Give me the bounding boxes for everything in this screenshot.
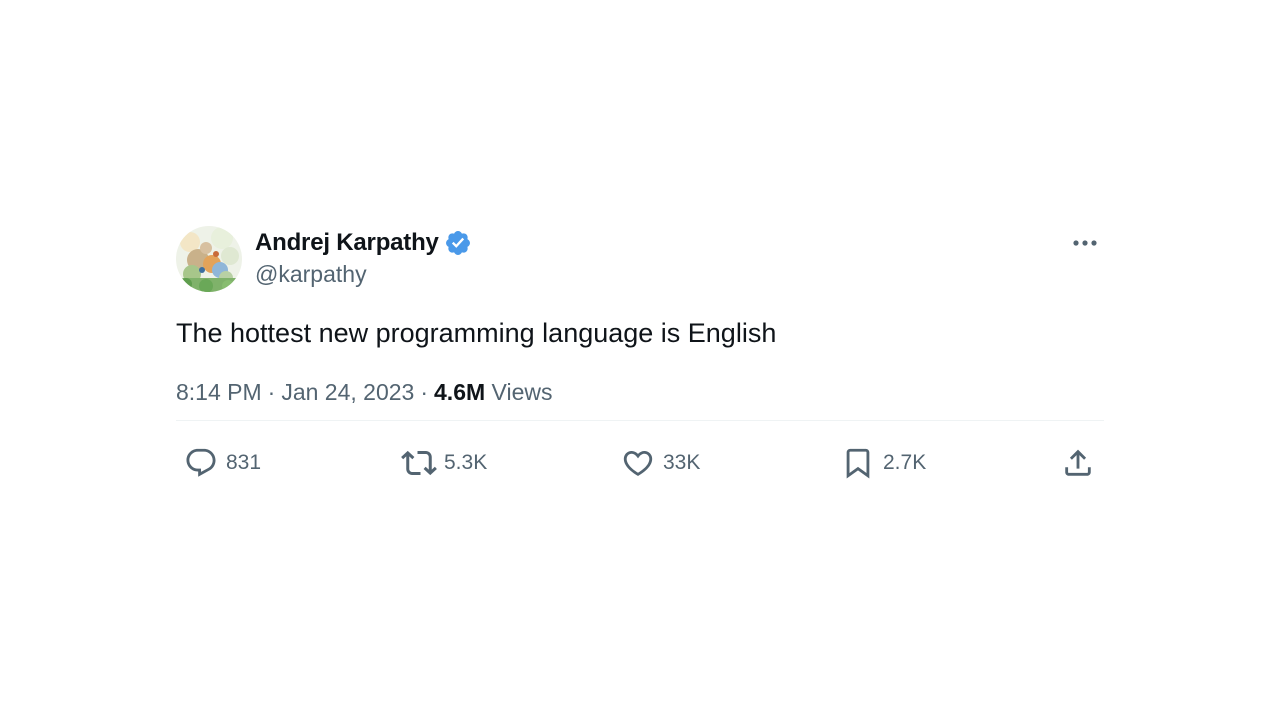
author-handle[interactable]: @karpathy bbox=[255, 261, 472, 288]
name-row: Andrej Karpathy bbox=[255, 228, 472, 258]
author-info: Andrej Karpathy @karpathy bbox=[255, 228, 472, 288]
retweet-button[interactable]: 5.3K bbox=[401, 443, 487, 483]
bookmark-count: 2.7K bbox=[883, 451, 927, 474]
views-count: 4.6M bbox=[434, 379, 486, 405]
like-count: 33K bbox=[663, 451, 701, 474]
retweet-count: 5.3K bbox=[444, 451, 488, 474]
author-display-name[interactable]: Andrej Karpathy bbox=[255, 229, 439, 257]
tweet-date[interactable]: Jan 24, 2023 bbox=[281, 379, 414, 405]
avatar-image bbox=[176, 226, 242, 292]
meta-separator: · bbox=[420, 379, 429, 405]
reply-icon bbox=[183, 445, 219, 481]
verified-badge-icon bbox=[444, 229, 472, 257]
more-options-icon bbox=[1073, 240, 1097, 246]
like-button[interactable]: 33K bbox=[620, 443, 700, 483]
retweet-icon bbox=[401, 445, 437, 481]
meta-separator: · bbox=[267, 379, 276, 405]
action-bar: 831 5.3K 33K 2.7K bbox=[176, 421, 1104, 505]
tweet-time[interactable]: 8:14 PM bbox=[176, 379, 262, 405]
tweet-header: Andrej Karpathy @karpathy bbox=[176, 226, 1104, 292]
tweet-text: The hottest new programming language is … bbox=[176, 318, 777, 348]
bookmark-icon bbox=[840, 445, 876, 481]
bookmark-button[interactable]: 2.7K bbox=[840, 443, 926, 483]
share-icon bbox=[1060, 445, 1096, 481]
share-button[interactable] bbox=[1060, 443, 1096, 483]
avatar[interactable] bbox=[176, 226, 242, 292]
reply-button[interactable]: 831 bbox=[183, 443, 261, 483]
views-label: Views bbox=[491, 379, 553, 405]
tweet-meta: 8:14 PM · Jan 24, 2023 · 4.6M Views bbox=[176, 377, 1104, 407]
reply-count: 831 bbox=[226, 451, 262, 474]
tweet-card: Andrej Karpathy @karpathy The hottest ne… bbox=[176, 226, 1104, 505]
more-options-button[interactable] bbox=[1070, 230, 1100, 256]
heart-icon bbox=[620, 445, 656, 481]
